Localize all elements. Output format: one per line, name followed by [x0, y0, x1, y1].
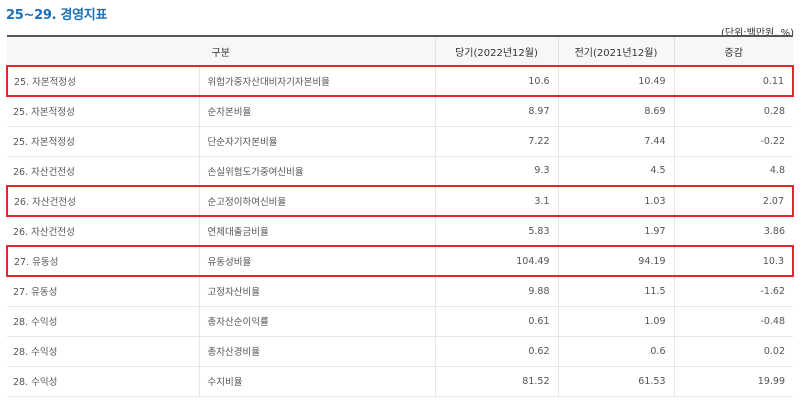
change-value-cell: 4.8 — [673, 156, 793, 187]
change-value-cell: 10.3 — [673, 245, 794, 277]
item-cell: 연체대출금비율 — [198, 216, 435, 247]
management-indicators-table: 구분 당기(2022년12월) 전기(2021년12월) 증감 25. 자본적정… — [6, 35, 794, 397]
item-cell: 위험가중자산대비자기자본비율 — [198, 65, 435, 97]
category-cell: 28. 수익성 — [7, 366, 199, 397]
section-title: 25~29. 경영지표 — [6, 8, 108, 23]
category-cell: 25. 자본적정성 — [6, 65, 199, 97]
item-cell: 순자본비율 — [198, 96, 435, 127]
previous-value-cell: 4.5 — [557, 156, 674, 187]
category-cell: 28. 수익성 — [7, 306, 199, 337]
table-row-highlighted: 25. 자본적정성 위험가중자산대비자기자본비율 10.6 10.49 0.11 — [6, 65, 794, 97]
change-value-cell: 0.28 — [673, 96, 793, 127]
previous-value-cell: 94.19 — [557, 245, 674, 277]
item-cell: 총자산경비율 — [198, 336, 435, 367]
header-current-period: 당기(2022년12월) — [434, 35, 558, 67]
table-row: 26. 자산건전성 연체대출금비율 5.83 1.97 3.86 — [7, 216, 793, 247]
table-row-highlighted: 26. 자산건전성 순고정이하여신비율 3.1 1.03 2.07 — [6, 185, 794, 217]
table-row: 28. 수익성 총자산경비율 0.62 0.6 0.02 — [7, 336, 793, 367]
change-value-cell: 3.86 — [673, 216, 793, 247]
table-header-row: 구분 당기(2022년12월) 전기(2021년12월) 증감 — [7, 35, 793, 67]
change-value-cell: -1.62 — [673, 276, 793, 307]
current-value-cell: 9.3 — [434, 156, 558, 187]
current-value-cell: 3.1 — [434, 185, 558, 217]
category-cell: 27. 유동성 — [7, 276, 199, 307]
previous-value-cell: 7.44 — [557, 126, 674, 157]
current-value-cell: 104.49 — [434, 245, 558, 277]
category-cell: 26. 자산건전성 — [7, 216, 199, 247]
current-value-cell: 81.52 — [434, 366, 558, 397]
category-cell: 27. 유동성 — [6, 245, 199, 277]
previous-value-cell: 10.49 — [557, 65, 674, 97]
change-value-cell: 2.07 — [673, 185, 794, 217]
current-value-cell: 0.62 — [434, 336, 558, 367]
table-row: 25. 자본적정성 순자본비율 8.97 8.69 0.28 — [7, 96, 793, 127]
header-category: 구분 — [7, 35, 435, 67]
change-value-cell: 0.02 — [673, 336, 793, 367]
current-value-cell: 5.83 — [434, 216, 558, 247]
table-row-highlighted: 27. 유동성 유동성비율 104.49 94.19 10.3 — [6, 245, 794, 277]
previous-value-cell: 61.53 — [557, 366, 674, 397]
item-cell: 순고정이하여신비율 — [198, 185, 435, 217]
category-cell: 25. 자본적정성 — [7, 96, 199, 127]
previous-value-cell: 11.5 — [557, 276, 674, 307]
previous-value-cell: 1.09 — [557, 306, 674, 337]
table-row: 28. 수익성 수지비율 81.52 61.53 19.99 — [7, 366, 793, 397]
change-value-cell: -0.48 — [673, 306, 793, 337]
item-cell: 유동성비율 — [198, 245, 435, 277]
category-cell: 28. 수익성 — [7, 336, 199, 367]
previous-value-cell: 1.97 — [557, 216, 674, 247]
category-cell: 25. 자본적정성 — [7, 126, 199, 157]
item-cell: 총자산순이익률 — [198, 306, 435, 337]
table-body: 25. 자본적정성 위험가중자산대비자기자본비율 10.6 10.49 0.11 25. … — [6, 65, 794, 397]
previous-value-cell: 0.6 — [557, 336, 674, 367]
change-value-cell: -0.22 — [673, 126, 793, 157]
change-value-cell: 19.99 — [673, 366, 793, 397]
item-cell: 손실위험도가중여신비율 — [198, 156, 435, 187]
current-value-cell: 8.97 — [434, 96, 558, 127]
previous-value-cell: 8.69 — [557, 96, 674, 127]
current-value-cell: 9.88 — [434, 276, 558, 307]
table-row: 27. 유동성 고정자산비율 9.88 11.5 -1.62 — [7, 276, 793, 307]
table-row: 25. 자본적정성 단순자기자본비율 7.22 7.44 -0.22 — [7, 126, 793, 157]
category-cell: 26. 자산건전성 — [7, 156, 199, 187]
change-value-cell: 0.11 — [673, 65, 794, 97]
current-value-cell: 7.22 — [434, 126, 558, 157]
item-cell: 고정자산비율 — [198, 276, 435, 307]
header-previous-period: 전기(2021년12월) — [557, 35, 674, 67]
item-cell: 수지비율 — [198, 366, 435, 397]
previous-value-cell: 1.03 — [557, 185, 674, 217]
table-row: 26. 자산건전성 손실위험도가중여신비율 9.3 4.5 4.8 — [7, 156, 793, 187]
header-change: 증감 — [673, 35, 793, 67]
current-value-cell: 0.61 — [434, 306, 558, 337]
current-value-cell: 10.6 — [434, 65, 558, 97]
category-cell: 26. 자산건전성 — [6, 185, 199, 217]
item-cell: 단순자기자본비율 — [198, 126, 435, 157]
table-row: 28. 수익성 총자산순이익률 0.61 1.09 -0.48 — [7, 306, 793, 337]
